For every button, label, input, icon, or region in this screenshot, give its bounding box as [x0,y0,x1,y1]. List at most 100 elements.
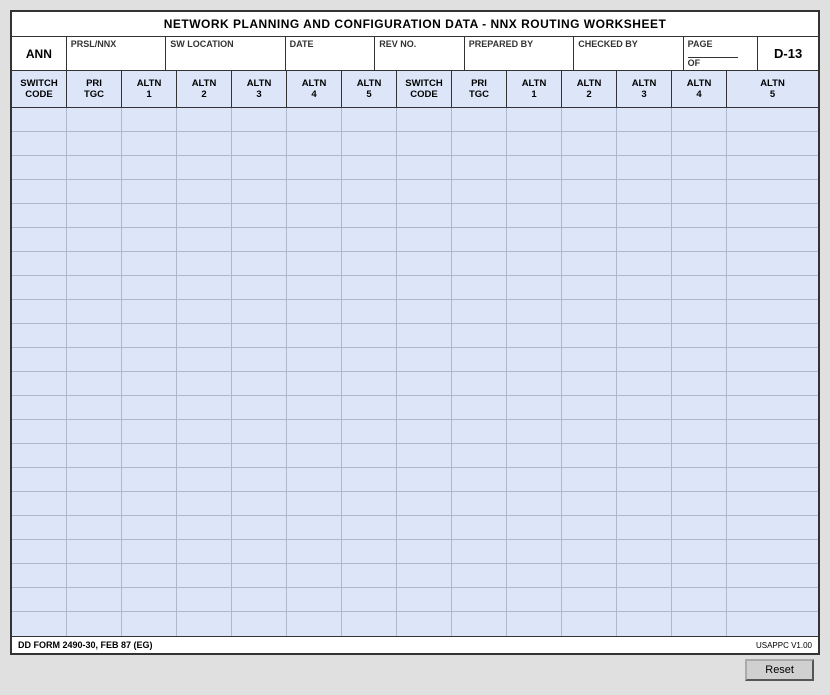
data-cell-r4-c1[interactable] [67,204,122,227]
data-cell-r14-c5[interactable] [287,444,342,467]
data-cell-r4-c7[interactable] [397,204,452,227]
data-cell-r12-c9[interactable] [507,396,562,419]
data-cell-r11-c12[interactable] [672,372,727,395]
data-cell-r11-c9[interactable] [507,372,562,395]
data-cell-r20-c11[interactable] [617,588,672,611]
data-cell-r7-c13[interactable] [727,276,818,299]
data-cell-r12-c13[interactable] [727,396,818,419]
data-cell-r8-c6[interactable] [342,300,397,323]
data-cell-r7-c8[interactable] [452,276,507,299]
data-cell-r12-c0[interactable] [12,396,67,419]
data-cell-r2-c11[interactable] [617,156,672,179]
data-cell-r9-c2[interactable] [122,324,177,347]
data-cell-r19-c3[interactable] [177,564,232,587]
data-cell-r3-c0[interactable] [12,180,67,203]
data-cell-r5-c8[interactable] [452,228,507,251]
data-cell-r2-c9[interactable] [507,156,562,179]
data-cell-r7-c5[interactable] [287,276,342,299]
data-cell-r14-c10[interactable] [562,444,617,467]
data-cell-r16-c11[interactable] [617,492,672,515]
data-cell-r8-c12[interactable] [672,300,727,323]
data-cell-r10-c3[interactable] [177,348,232,371]
data-cell-r21-c3[interactable] [177,612,232,636]
data-cell-r5-c10[interactable] [562,228,617,251]
data-cell-r16-c0[interactable] [12,492,67,515]
data-cell-r5-c3[interactable] [177,228,232,251]
data-cell-r1-c9[interactable] [507,132,562,155]
data-cell-r11-c13[interactable] [727,372,818,395]
data-cell-r0-c6[interactable] [342,108,397,131]
data-cell-r6-c5[interactable] [287,252,342,275]
data-cell-r2-c3[interactable] [177,156,232,179]
data-cell-r13-c2[interactable] [122,420,177,443]
data-cell-r3-c11[interactable] [617,180,672,203]
data-cell-r6-c7[interactable] [397,252,452,275]
data-cell-r13-c5[interactable] [287,420,342,443]
data-cell-r0-c3[interactable] [177,108,232,131]
data-cell-r14-c2[interactable] [122,444,177,467]
data-cell-r3-c7[interactable] [397,180,452,203]
data-cell-r5-c5[interactable] [287,228,342,251]
data-cell-r17-c12[interactable] [672,516,727,539]
data-cell-r14-c13[interactable] [727,444,818,467]
data-cell-r9-c9[interactable] [507,324,562,347]
data-cell-r3-c9[interactable] [507,180,562,203]
data-cell-r11-c8[interactable] [452,372,507,395]
data-cell-r15-c12[interactable] [672,468,727,491]
data-cell-r21-c10[interactable] [562,612,617,636]
data-cell-r3-c3[interactable] [177,180,232,203]
data-cell-r0-c4[interactable] [232,108,287,131]
data-cell-r17-c2[interactable] [122,516,177,539]
data-cell-r11-c11[interactable] [617,372,672,395]
data-cell-r17-c0[interactable] [12,516,67,539]
data-cell-r11-c7[interactable] [397,372,452,395]
data-cell-r5-c7[interactable] [397,228,452,251]
data-cell-r8-c13[interactable] [727,300,818,323]
data-cell-r3-c13[interactable] [727,180,818,203]
data-cell-r12-c3[interactable] [177,396,232,419]
data-cell-r8-c3[interactable] [177,300,232,323]
data-cell-r21-c0[interactable] [12,612,67,636]
data-cell-r13-c11[interactable] [617,420,672,443]
data-cell-r20-c13[interactable] [727,588,818,611]
data-cell-r16-c9[interactable] [507,492,562,515]
data-cell-r20-c2[interactable] [122,588,177,611]
data-cell-r13-c9[interactable] [507,420,562,443]
data-cell-r20-c4[interactable] [232,588,287,611]
data-cell-r21-c5[interactable] [287,612,342,636]
data-cell-r21-c6[interactable] [342,612,397,636]
data-cell-r2-c10[interactable] [562,156,617,179]
data-cell-r13-c0[interactable] [12,420,67,443]
data-cell-r18-c0[interactable] [12,540,67,563]
data-cell-r0-c8[interactable] [452,108,507,131]
data-cell-r17-c1[interactable] [67,516,122,539]
data-cell-r15-c6[interactable] [342,468,397,491]
data-cell-r19-c6[interactable] [342,564,397,587]
data-cell-r6-c8[interactable] [452,252,507,275]
data-cell-r9-c3[interactable] [177,324,232,347]
data-cell-r15-c10[interactable] [562,468,617,491]
data-cell-r20-c8[interactable] [452,588,507,611]
data-cell-r9-c5[interactable] [287,324,342,347]
data-cell-r17-c13[interactable] [727,516,818,539]
data-cell-r8-c7[interactable] [397,300,452,323]
data-cell-r1-c4[interactable] [232,132,287,155]
data-cell-r2-c8[interactable] [452,156,507,179]
data-cell-r12-c10[interactable] [562,396,617,419]
data-cell-r6-c2[interactable] [122,252,177,275]
data-cell-r17-c10[interactable] [562,516,617,539]
data-cell-r13-c1[interactable] [67,420,122,443]
data-cell-r1-c3[interactable] [177,132,232,155]
data-cell-r9-c12[interactable] [672,324,727,347]
data-cell-r21-c7[interactable] [397,612,452,636]
data-cell-r12-c11[interactable] [617,396,672,419]
data-cell-r15-c5[interactable] [287,468,342,491]
data-cell-r18-c7[interactable] [397,540,452,563]
data-cell-r18-c13[interactable] [727,540,818,563]
data-cell-r20-c1[interactable] [67,588,122,611]
data-cell-r1-c6[interactable] [342,132,397,155]
data-cell-r6-c9[interactable] [507,252,562,275]
data-cell-r20-c0[interactable] [12,588,67,611]
data-cell-r16-c2[interactable] [122,492,177,515]
data-cell-r13-c12[interactable] [672,420,727,443]
